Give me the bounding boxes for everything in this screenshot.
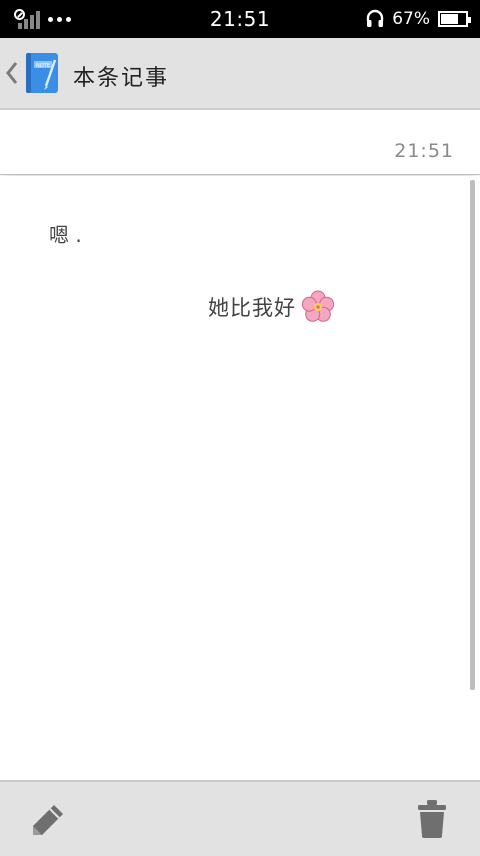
scrollbar[interactable] <box>470 180 475 690</box>
note-line-2-row: 她比我好 <box>208 289 336 325</box>
chevron-left-icon[interactable] <box>5 60 19 86</box>
battery-icon <box>438 11 471 27</box>
cherry-blossom-icon <box>301 290 335 322</box>
pencil-icon[interactable] <box>28 800 68 840</box>
notebook-icon[interactable]: NOTE <box>24 52 62 94</box>
note-line-1: 嗯 . <box>49 223 82 247</box>
headset-icon <box>367 9 384 27</box>
battery-percent: 67% <box>392 9 430 29</box>
status-right: 67% <box>366 8 471 30</box>
note-body[interactable]: 嗯 . 她比我好 <box>0 176 480 780</box>
bottom-toolbar <box>0 780 480 856</box>
page-title: 本条记事 <box>73 66 170 91</box>
trash-icon[interactable] <box>412 798 452 840</box>
note-timestamp: 21:51 <box>394 140 454 162</box>
title-bar: NOTE 本条记事 <box>0 38 480 110</box>
svg-text:NOTE: NOTE <box>36 63 50 69</box>
note-header: 21:51 <box>0 116 480 175</box>
note-line-2: 她比我好 <box>208 296 296 320</box>
status-bar: 21:51 67% <box>0 0 480 38</box>
